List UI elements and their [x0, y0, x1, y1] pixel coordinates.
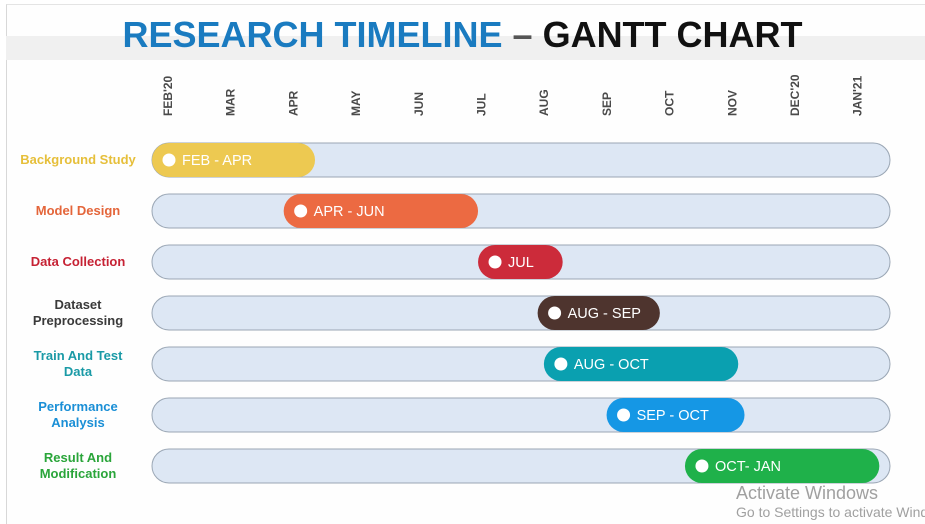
gantt-chart: FEB'20 MAR APR MAY JUN JUL AUG SEP OCT NOV DEC'20 J… [20, 74, 891, 484]
timeline-track [151, 346, 891, 382]
month-tick-label: JAN'21 [851, 75, 865, 116]
task-marker-dot [488, 255, 502, 269]
task-label: Data [64, 364, 93, 379]
watermark-line-1: Activate Windows [736, 483, 879, 503]
month-tick-label: NOV [725, 90, 739, 116]
month-tick-label: OCT [663, 90, 677, 116]
month-tick-label: JUL [475, 93, 489, 116]
task-bar-label: AUG - SEP [568, 306, 641, 322]
timeline-track [151, 193, 891, 229]
month-tick-label: MAR [224, 88, 238, 116]
task-label: Performance [38, 399, 117, 414]
task-label: Background Study [20, 152, 136, 167]
month-tick-label: MAY [349, 90, 363, 116]
task-label: Data Collection [31, 254, 126, 269]
task-bar-label: AUG - OCT [574, 357, 649, 373]
timeline-track [151, 295, 891, 331]
task-label: Dataset [55, 297, 103, 312]
timeline-track [151, 397, 891, 433]
task-label: Analysis [51, 415, 104, 430]
task-bar-label: SEP - OCT [637, 408, 709, 424]
task-bar-label: OCT- JAN [715, 459, 781, 475]
task-marker-dot [294, 204, 308, 218]
task-marker-dot [162, 153, 176, 167]
task-label: Preprocessing [33, 313, 123, 328]
activate-windows-watermark: Activate Windows Go to Settings to activ… [736, 483, 925, 523]
month-tick-label: DEC'20 [788, 74, 802, 116]
task-marker-dot [617, 408, 631, 422]
month-tick-label: SEP [600, 92, 614, 116]
task-bar-label: JUL [508, 255, 534, 271]
task-label: Modification [40, 466, 117, 481]
task-label: Train And Test [34, 348, 124, 363]
task-marker-dot [548, 306, 562, 320]
task-label: Result And [44, 450, 112, 465]
watermark-line-2: Go to Settings to activate Windows. [736, 504, 925, 520]
task-marker-dot [554, 357, 568, 371]
month-tick-label: FEB'20 [161, 75, 175, 116]
task-bar-label: APR - JUN [314, 204, 385, 220]
task-marker-dot [695, 459, 709, 473]
month-tick-label: JUN [412, 92, 426, 116]
task-label: Model Design [36, 203, 121, 218]
task-bar-label: FEB - APR [182, 153, 252, 169]
month-tick-label: AUG [537, 89, 551, 116]
month-tick-label: APR [286, 90, 300, 116]
